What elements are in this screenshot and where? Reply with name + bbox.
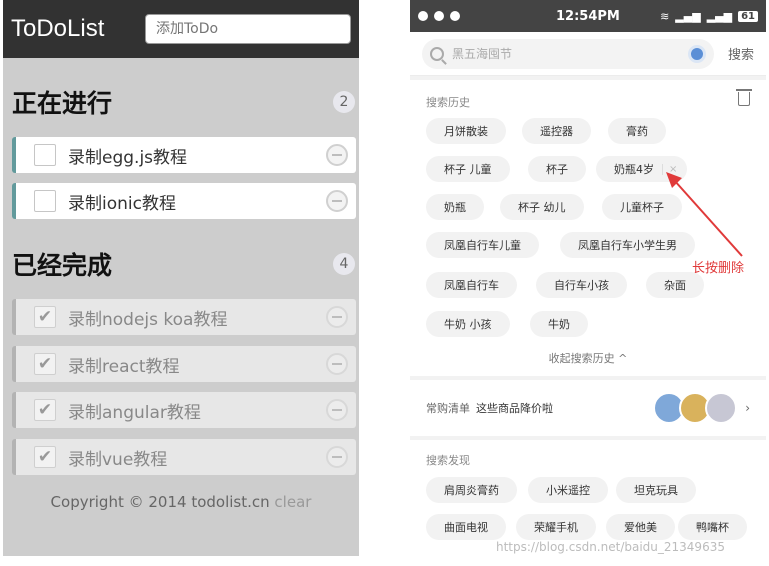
todolist-app: ToDoList 正在进行 2 录制egg.js教程 录制ionic教程 已经完… [3,0,359,556]
signal-icon: ▂▄▆ [706,9,733,23]
shopping-list-row[interactable]: 常购清单 这些商品降价啦 › [410,380,766,436]
discover-tag[interactable]: 肩周炎膏药 [426,477,517,503]
in-progress-count: 2 [333,91,355,113]
history-tag[interactable]: 凤凰自行车 [426,272,517,298]
trash-icon[interactable] [736,89,752,106]
history-tag[interactable]: 牛奶 小孩 [426,311,510,337]
collapse-history-button[interactable]: 收起搜索历史 ^ [410,350,766,366]
history-tag[interactable]: 杯子 儿童 [426,156,510,182]
shopping-list-text: 这些商品降价啦 [476,402,553,415]
battery-icon: 61 [738,10,758,22]
done-item-label: 录制vue教程 [68,449,168,470]
delete-icon[interactable] [326,144,348,166]
delete-icon[interactable] [326,190,348,212]
delete-icon[interactable] [326,353,348,375]
done-item[interactable]: ✔ 录制nodejs koa教程 [12,299,356,335]
product-image [705,392,738,424]
delete-icon[interactable] [326,306,348,328]
done-item-label: 录制react教程 [68,356,180,377]
todo-checkbox[interactable] [34,144,56,166]
chevron-right-icon: › [745,401,750,415]
completed-title: 已经完成 [12,251,113,280]
status-time: 12:54PM [556,8,620,24]
checked-checkbox[interactable]: ✔ [34,306,56,328]
todo-item-label: 录制egg.js教程 [68,147,188,168]
annotation-label: 长按删除 [692,261,745,276]
discover-label: 搜索发现 [426,454,470,467]
todo-header: ToDoList [3,0,359,58]
discover-tag[interactable]: 鸭嘴杯 [678,514,747,540]
footer: Copyright © 2014 todolist.cn clear [3,493,359,511]
done-item[interactable]: ✔ 录制angular教程 [12,392,356,428]
watermark: https://blog.csdn.net/baidu_21349635 [496,540,725,554]
todo-item[interactable]: 录制ionic教程 [12,183,356,219]
history-tag[interactable]: 膏药 [608,118,666,144]
notification-icon [418,11,428,21]
discover-tag[interactable]: 曲面电视 [426,514,506,540]
product-thumbnails [653,392,738,424]
history-label: 搜索历史 [426,96,470,109]
discover-tag[interactable]: 小米遥控 [528,477,608,503]
history-tag[interactable]: 凤凰自行车儿童 [426,232,539,258]
checked-checkbox[interactable]: ✔ [34,446,56,468]
search-icon [430,46,444,61]
delete-icon[interactable] [326,446,348,468]
completed-count: 4 [333,253,355,275]
notification-icon [434,11,444,21]
done-item[interactable]: ✔ 录制react教程 [12,346,356,382]
search-input[interactable]: 黑五海囤节 [422,38,714,69]
history-tag[interactable]: 奶瓶 [426,194,484,220]
checked-checkbox[interactable]: ✔ [34,353,56,375]
add-todo-input[interactable] [145,14,351,44]
done-item-label: 录制nodejs koa教程 [68,309,228,330]
wifi-icon: ≋ [660,9,670,23]
completed-header: 已经完成 4 [12,246,355,282]
in-progress-header: 正在进行 2 [12,84,355,120]
discover-tag[interactable]: 荣耀手机 [516,514,596,540]
history-tag[interactable]: 月饼散装 [426,118,506,144]
done-item-label: 录制angular教程 [68,402,201,423]
chat-icon [450,11,460,21]
history-tag[interactable]: 牛奶 [530,311,588,337]
screenshot-canvas: ToDoList 正在进行 2 录制egg.js教程 录制ionic教程 已经完… [0,0,769,566]
discover-tag[interactable]: 坦克玩具 [616,477,696,503]
todo-checkbox[interactable] [34,190,56,212]
status-icons-left [418,11,460,21]
search-button[interactable]: 搜索 [728,44,754,63]
status-bar: 12:54PM ≋ ▂▄▆ ▂▄▆ 61 [410,0,766,32]
phone-search-screen: 12:54PM ≋ ▂▄▆ ▂▄▆ 61 黑五海囤节 搜索 搜索历史 月饼散装 … [410,0,766,566]
discover-tag[interactable]: 爱他美 [606,514,675,540]
history-tag[interactable]: 杯子 幼儿 [500,194,584,220]
shopping-list-label: 常购清单 [426,402,470,415]
todo-item[interactable]: 录制egg.js教程 [12,137,356,173]
camera-icon[interactable] [687,44,706,63]
status-icons-right: ≋ ▂▄▆ ▂▄▆ 61 [660,10,758,23]
history-tag[interactable]: 自行车小孩 [536,272,627,298]
signal-icon: ▂▄▆ [675,9,701,23]
delete-icon[interactable] [326,399,348,421]
todo-item-label: 录制ionic教程 [68,193,176,214]
clear-link[interactable]: clear [274,493,311,511]
history-tag[interactable]: 遥控器 [522,118,591,144]
arrow-icon [666,172,743,257]
app-title: ToDoList [11,15,105,42]
search-bar: 黑五海囤节 搜索 [410,32,766,76]
checked-checkbox[interactable]: ✔ [34,399,56,421]
in-progress-title: 正在进行 [12,89,113,118]
history-tag-label: 奶瓶4岁 [614,163,654,176]
copyright-text: Copyright © 2014 todolist.cn [50,493,270,511]
history-tag[interactable]: 杯子 [528,156,586,182]
search-placeholder: 黑五海囤节 [452,47,513,61]
done-item[interactable]: ✔ 录制vue教程 [12,439,356,475]
